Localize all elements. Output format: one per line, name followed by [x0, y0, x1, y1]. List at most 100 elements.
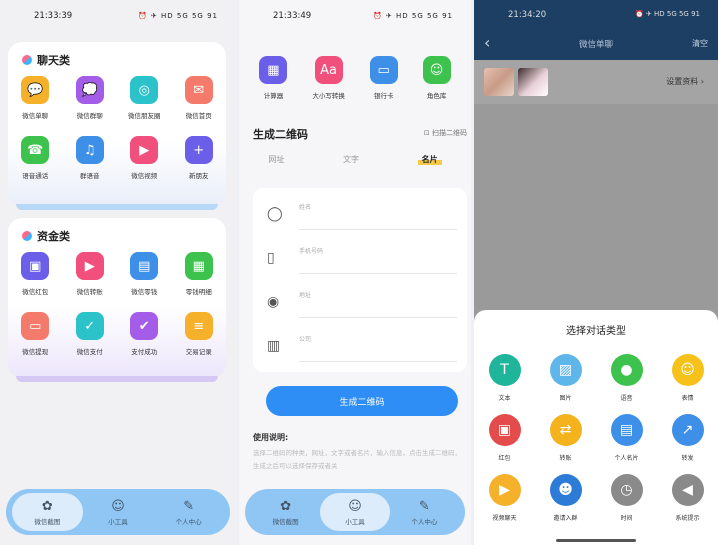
grid-item[interactable]: ▤ 个人名片 [596, 414, 657, 462]
item-icon: + [184, 136, 213, 164]
form-row[interactable]: ◯ 姓名 [253, 190, 467, 234]
item-label: 微信转账 [76, 288, 103, 296]
item-icon: ▣ [488, 414, 521, 446]
tab-item[interactable]: ☺ 小工具 [320, 493, 390, 531]
item-label: 文本 [498, 395, 511, 402]
grid-item[interactable]: ▦ 计算器 [259, 56, 288, 100]
field-icon: ◉ [267, 294, 280, 310]
item-label: 语音 [620, 395, 633, 402]
money-grid: ▣ 微信红包 ▶ 微信转账 ▤ 微信零钱 ▦ 零钱明细 ▭ 微信提现 ✓ 微信支付 ✔ 支付成功 ≡ 交易记录 [8, 252, 226, 356]
clear-button[interactable]: 清空 [692, 38, 708, 49]
grid-item[interactable]: ✔ 支付成功 [117, 312, 172, 356]
tab-item[interactable]: ✿ 微信截图 [251, 493, 320, 531]
grid-item[interactable]: ▣ 红包 [474, 414, 535, 462]
tab-item[interactable]: ✎ 个人中心 [153, 493, 224, 531]
grid-item[interactable]: ☻ 邀请入群 [535, 474, 596, 522]
tab-icon: ✎ [183, 498, 195, 514]
grid-item[interactable]: ▶ 视频聊天 [474, 474, 535, 522]
item-label: 个人名片 [614, 455, 639, 462]
grid-item[interactable]: ▭ 银行卡 [369, 56, 398, 100]
item-icon: ▶ [130, 136, 159, 164]
item-icon: ▣ [21, 252, 50, 280]
form-row[interactable]: ◉ 地址 [253, 278, 467, 322]
field-underline [299, 317, 457, 318]
grid-item[interactable]: ▶ 微信视频 [117, 136, 172, 180]
grid-item[interactable]: ◎ 微信朋友圈 [117, 76, 172, 120]
tab-item[interactable]: ✎ 个人中心 [390, 493, 459, 531]
grid-item[interactable]: ◷ 时间 [596, 474, 657, 522]
bottom-tab-bar: ✿ 微信截图 ☺ 小工具 ✎ 个人中心 [245, 489, 465, 535]
grid-item[interactable]: T 文本 [474, 354, 535, 402]
item-icon: ☺ [422, 56, 451, 84]
status-bar: 21:33:39 ⏰ ✈ HD 5G 5G 91 [0, 0, 236, 32]
tab-item[interactable]: ☺ 小工具 [83, 493, 154, 531]
field-underline [299, 361, 457, 362]
item-icon: ▭ [369, 56, 398, 84]
qr-tab-text[interactable]: 文字 [343, 154, 359, 165]
grid-item[interactable]: ☺ 表情 [657, 354, 718, 402]
item-label: 微信单聊 [22, 112, 49, 120]
grid-item[interactable]: ◀ 系统提示 [657, 474, 718, 522]
field-placeholder: 公司 [299, 336, 312, 343]
grid-item[interactable]: 💭 微信群聊 [63, 76, 118, 120]
tab-item[interactable]: ✿ 微信截图 [12, 493, 83, 531]
chat-grid: 💬 微信单聊 💭 微信群聊 ◎ 微信朋友圈 ✉ 微信首页 ☎ 语音通话 ♫ 群语音 ▶ 微信视频 + 新朋友 [8, 76, 226, 180]
item-icon: ▶ [75, 252, 104, 280]
grid-item[interactable]: ↗ 转发 [657, 414, 718, 462]
money-section-card: 资金类 ▣ 微信红包 ▶ 微信转账 ▤ 微信零钱 ▦ 零钱明细 ▭ 微信提现 ✓ 微信支付 ✔ 支付成功 ≡… [8, 218, 226, 382]
grid-item[interactable]: Aa 大小写转换 [312, 56, 345, 100]
chat-section-card: 聊天类 💬 微信单聊 💭 微信群聊 ◎ 微信朋友圈 ✉ 微信首页 ☎ 语音通话 ♫ 群语音 ▶ 微信视频 +… [8, 42, 226, 210]
set-profile-button[interactable]: 设置资料 › [666, 76, 704, 87]
phone-tools: 21:33:49 ⏰ ✈ HD 5G 5G 91 ▦ 计算器 Aa 大小写转换 ▭ 银行卡… [239, 0, 471, 545]
avatar[interactable] [484, 68, 514, 96]
grid-item[interactable]: ▤ 微信零钱 [117, 252, 172, 296]
avatar[interactable] [518, 68, 548, 96]
grid-item[interactable]: ☺ 角色库 [422, 56, 451, 100]
item-label: 图片 [559, 395, 572, 402]
grid-item[interactable]: ✓ 微信支付 [63, 312, 118, 356]
generate-qr-button[interactable]: 生成二维码 [266, 386, 458, 416]
tab-icon: ✿ [41, 498, 53, 514]
grid-item[interactable]: ☎ 语音通话 [8, 136, 63, 180]
item-icon: ▦ [259, 56, 288, 84]
item-label: 微信零钱 [131, 288, 158, 296]
qr-tab-card[interactable]: 名片 [417, 154, 442, 165]
qr-tab-url[interactable]: 网址 [268, 154, 284, 165]
status-bar: 21:33:49 ⏰ ✈ HD 5G 5G 91 [239, 0, 471, 32]
section-dot-icon [22, 55, 32, 65]
grid-item[interactable]: ▦ 零钱明细 [172, 252, 227, 296]
item-icon: ▨ [549, 354, 582, 386]
scan-qr-button[interactable]: ⊡ 扫描二维码 [424, 128, 467, 138]
grid-item[interactable]: 💬 微信单聊 [8, 76, 63, 120]
card-form: ◯ 姓名 ▯ 手机号码 ◉ 地址 ▥ 公司 [253, 188, 467, 372]
form-row[interactable]: ▥ 公司 [253, 322, 467, 366]
grid-item[interactable]: ♫ 群语音 [63, 136, 118, 180]
item-icon: ◀ [671, 474, 704, 506]
item-icon: ✉ [184, 76, 213, 104]
grid-item[interactable]: ● 语音 [596, 354, 657, 402]
tab-label: 个人中心 [175, 517, 202, 526]
item-label: 时间 [620, 515, 633, 522]
grid-item[interactable]: ▨ 图片 [535, 354, 596, 402]
chat-header: 设置资料 › [474, 60, 718, 104]
bottom-tab-bar: ✿ 微信截图 ☺ 小工具 ✎ 个人中心 [6, 489, 230, 535]
grid-item[interactable]: ▶ 微信转账 [63, 252, 118, 296]
grid-item[interactable]: ⇄ 转账 [535, 414, 596, 462]
usage-title: 使用说明: [253, 433, 289, 442]
item-icon: ☻ [549, 474, 582, 506]
tools-row: ▦ 计算器 Aa 大小写转换 ▭ 银行卡 ☺ 角色库 [239, 56, 471, 100]
form-row[interactable]: ▯ 手机号码 [253, 234, 467, 278]
usage-text: 选择二维码的种类，网址，文字或者名片，输入信息，点击生成二维码，生成之后可以选择… [253, 449, 461, 470]
grid-item[interactable]: ▣ 微信红包 [8, 252, 63, 296]
grid-item[interactable]: ✉ 微信首页 [172, 76, 227, 120]
item-label: 微信朋友圈 [128, 112, 161, 120]
item-label: 邀请入群 [553, 515, 578, 522]
status-time: 21:33:49 [273, 11, 312, 21]
grid-item[interactable]: + 新朋友 [172, 136, 227, 180]
tab-label: 小工具 [108, 517, 128, 526]
field-placeholder: 地址 [299, 292, 312, 299]
status-time: 21:34:20 [508, 10, 547, 20]
grid-item[interactable]: ▭ 微信提现 [8, 312, 63, 356]
item-icon: ☺ [671, 354, 704, 386]
grid-item[interactable]: ≡ 交易记录 [172, 312, 227, 356]
